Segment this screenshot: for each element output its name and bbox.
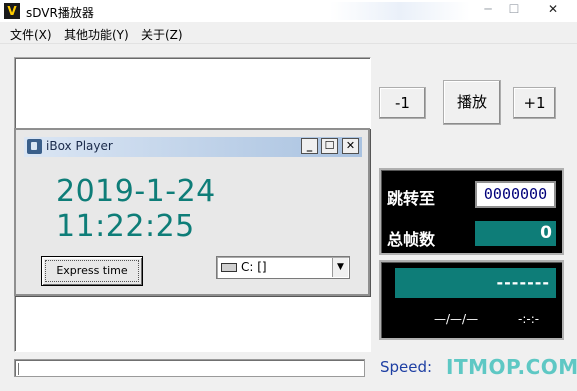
- minimize-button[interactable]: ─: [475, 0, 501, 20]
- menu-bar: 文件(X) 其他功能(Y) 关于(Z): [0, 22, 577, 44]
- next-frame-button[interactable]: +1: [513, 87, 556, 119]
- menu-about[interactable]: 关于(Z): [141, 26, 183, 43]
- chevron-down-icon[interactable]: ▼: [332, 258, 348, 277]
- close-button[interactable]: ✕: [540, 0, 566, 20]
- total-frames-label: 总帧数: [387, 230, 436, 249]
- ibox-minimize-button[interactable]: _: [301, 138, 318, 154]
- ibox-title: iBox Player: [46, 139, 113, 153]
- title-bar-decoration: [330, 2, 470, 20]
- window-title: sDVR播放器: [26, 6, 94, 20]
- drive-select[interactable]: C: [] ▼: [216, 256, 350, 279]
- play-button[interactable]: 播放: [443, 80, 501, 125]
- ibox-player-dialog: iBox Player _ ☐ ✕ 2019-1-24 11:22:25 Exp…: [14, 128, 370, 296]
- drive-icon: [221, 263, 237, 272]
- watermark: ITMOP.COM: [446, 355, 577, 379]
- ibox-title-bar: iBox Player _ ☐ ✕: [24, 137, 362, 157]
- menu-file[interactable]: 文件(X): [10, 26, 52, 43]
- title-bar: V sDVR播放器 ─ ☐ ✕: [0, 0, 577, 22]
- time-readout: -:-:-: [518, 312, 540, 326]
- playback-progress-slider[interactable]: [14, 359, 365, 377]
- ibox-clock-display: 2019-1-24 11:22:25: [56, 174, 216, 244]
- status-bar: -------: [395, 268, 556, 298]
- app-icon: V: [4, 3, 20, 19]
- jump-to-input[interactable]: 0000000: [475, 181, 556, 208]
- total-frames-value: 0: [475, 221, 556, 246]
- express-time-button[interactable]: Express time: [41, 256, 143, 286]
- ibox-maximize-button[interactable]: ☐: [321, 138, 338, 154]
- progress-thumb[interactable]: [18, 363, 24, 375]
- date-readout: —/—/—: [434, 312, 479, 326]
- jump-to-label: 跳转至: [387, 189, 436, 208]
- maximize-button[interactable]: ☐: [501, 0, 527, 20]
- ibox-app-icon: [27, 139, 42, 154]
- prev-frame-button[interactable]: -1: [379, 87, 426, 119]
- speed-label: Speed:: [380, 358, 433, 376]
- ibox-close-button[interactable]: ✕: [342, 138, 359, 154]
- drive-select-value: C: []: [241, 260, 267, 274]
- menu-other-functions[interactable]: 其他功能(Y): [64, 26, 129, 43]
